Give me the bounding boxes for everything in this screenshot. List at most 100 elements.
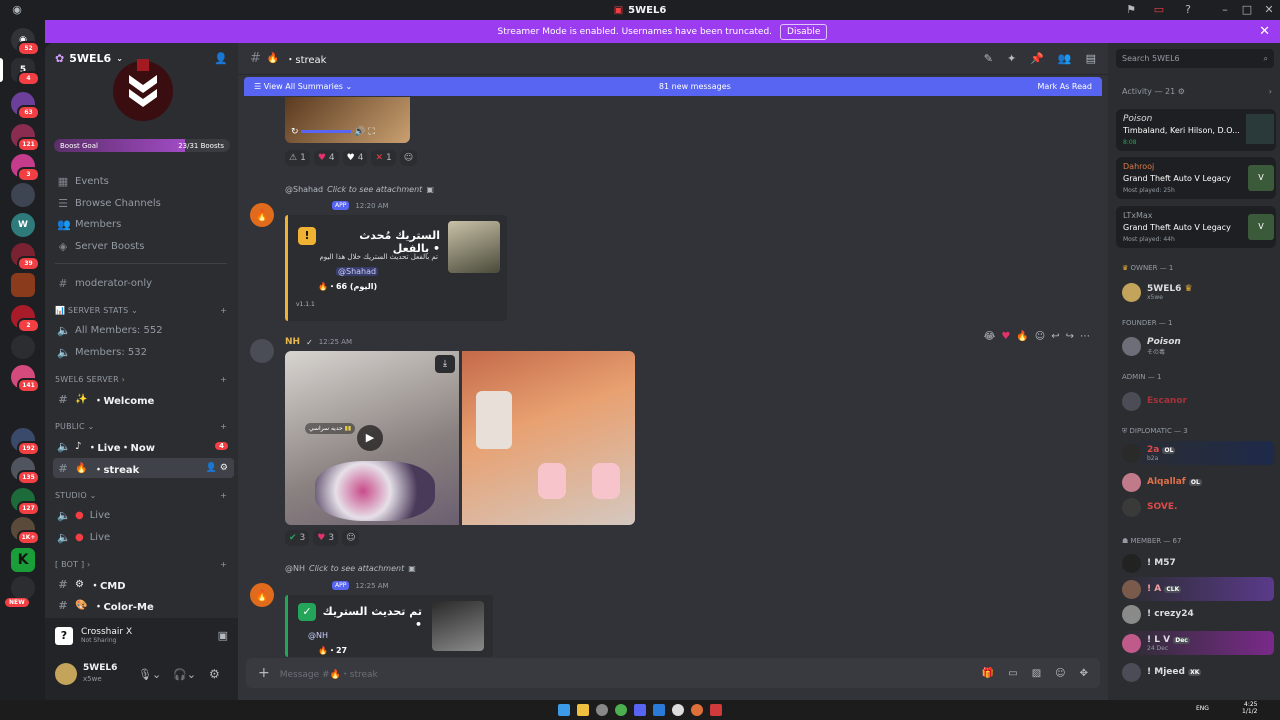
add-channel-icon[interactable]: + <box>220 375 227 384</box>
close-banner-icon[interactable]: ✕ <box>1259 24 1270 39</box>
server-icon[interactable]: 2 <box>11 305 40 333</box>
channel-all-members[interactable]: 🔈 All Members: 552 <box>53 320 234 340</box>
start-icon[interactable] <box>558 704 570 716</box>
search-input[interactable]: Search 5WEL6 ⌕ <box>1116 49 1274 68</box>
add-attachment-icon[interactable]: + <box>258 665 270 681</box>
member-item[interactable]: ! L V Dec 24 Dec <box>1122 631 1274 655</box>
category-server[interactable]: 5WEL6 Server › + <box>55 375 227 384</box>
inbox-icon[interactable]: ⚑ <box>1124 3 1138 17</box>
app-icon[interactable] <box>653 704 665 716</box>
mute-bell-icon[interactable]: ✦ <box>1007 52 1016 65</box>
screen-share-icon[interactable]: ▭ <box>1152 3 1166 17</box>
app-icon[interactable] <box>672 704 684 716</box>
message-author[interactable]: NH <box>285 337 300 347</box>
channel-moderator-only[interactable]: # moderator-only <box>53 273 234 293</box>
direct-messages-icon[interactable]: ◉ 52 <box>11 28 40 56</box>
server-icon[interactable] <box>11 273 35 297</box>
reaction[interactable]: ⚠ 1 <box>285 150 310 166</box>
add-reaction-button[interactable]: ☺ <box>399 150 418 166</box>
channel-cmd[interactable]: # ⚙ ・CMD <box>53 574 234 594</box>
video-controls[interactable]: ↻ 🔊 ⛶ <box>291 127 375 137</box>
discord-taskbar-icon[interactable] <box>634 704 646 716</box>
pin-icon[interactable]: 📌 <box>1030 52 1044 65</box>
summaries-bar[interactable]: ☰ View All Summaries ⌄ 81 new messages M… <box>244 77 1102 96</box>
category-bot[interactable]: [ BOT ] › + <box>55 560 227 569</box>
minimize-icon[interactable]: – <box>1218 3 1232 17</box>
message-input[interactable]: Message #🔥・streak <box>280 667 378 680</box>
server-icon[interactable]: 121 <box>11 124 40 152</box>
channel-color-me[interactable]: # 🎨 ・Color-Me <box>53 595 234 615</box>
server-icon[interactable]: 3 <box>11 154 40 182</box>
apps-icon[interactable]: ✥ <box>1080 668 1088 679</box>
image-attachment[interactable] <box>462 351 635 525</box>
channel-live-now[interactable]: 🔈 ♪ ・Live・Now 4 <box>53 436 234 456</box>
member-list-icon[interactable]: 👥 <box>1058 52 1072 65</box>
invite-people-icon[interactable]: 👤 <box>214 52 228 65</box>
category-server-stats[interactable]: 📊 SERVER STATS ⌄ + <box>55 306 227 315</box>
embed-thumbnail[interactable] <box>432 601 484 651</box>
server-boosts-link[interactable]: ◈ Server Boosts <box>53 236 234 256</box>
settings-gear-icon[interactable]: ⚙ <box>209 667 220 681</box>
member-item[interactable]: 5WEL6 ♛ x5we <box>1122 280 1274 304</box>
clock[interactable]: 4:25 1/1/2 <box>1242 701 1258 715</box>
app-icon[interactable] <box>691 704 703 716</box>
server-icon[interactable]: 141 <box>11 365 40 393</box>
maximize-icon[interactable]: □ <box>1240 3 1254 17</box>
file-explorer-icon[interactable] <box>577 704 589 716</box>
bot-avatar[interactable]: 🔥 <box>250 203 274 227</box>
disable-button[interactable]: Disable <box>780 23 828 40</box>
sticker-icon[interactable]: ▨ <box>1032 668 1041 679</box>
category-public[interactable]: Public ⌄ + <box>55 422 227 431</box>
forward-icon[interactable]: ↪ <box>1066 331 1074 342</box>
channel-streak[interactable]: # 🔥 ・streak 👤 ⚙ <box>53 458 234 478</box>
gif-icon[interactable]: ▭ <box>1008 668 1017 679</box>
inbox-icon[interactable]: ▤ <box>1086 52 1096 65</box>
user-mention[interactable]: @Shahad <box>336 267 379 276</box>
gift-icon[interactable]: 🎁 <box>982 668 994 679</box>
app-icon[interactable] <box>710 704 722 716</box>
member-item[interactable]: ! M57 <box>1122 551 1274 575</box>
user-mention[interactable]: @NH <box>308 631 328 640</box>
member-item[interactable]: ! Mjeed XK <box>1122 660 1274 684</box>
reply-reference[interactable]: @NH Click to see attachment ▣ <box>285 564 416 573</box>
reaction[interactable]: ♥ 4 <box>342 150 368 166</box>
channel-welcome[interactable]: # ✨ ・Welcome <box>53 389 234 409</box>
server-icon[interactable]: 39 <box>11 243 40 271</box>
server-icon[interactable]: 127 <box>11 488 40 516</box>
activity-panel[interactable]: ? Crosshair X Not Sharing ▣ <box>45 618 238 653</box>
server-icon[interactable] <box>11 183 35 207</box>
add-channel-icon[interactable]: + <box>220 422 227 431</box>
settings-app-icon[interactable] <box>596 704 608 716</box>
hearts-emoji-icon[interactable]: ♥ <box>1001 331 1010 342</box>
member-item[interactable]: Escanor <box>1122 389 1274 413</box>
member-item[interactable]: SOVE. <box>1122 495 1274 519</box>
chrome-icon[interactable] <box>615 704 627 716</box>
reaction[interactable]: ✕ 1 <box>371 150 396 166</box>
member-item[interactable]: Alqallaf OL <box>1122 470 1274 494</box>
view-summaries-label[interactable]: View All Summaries <box>264 82 343 91</box>
microphone-icon[interactable]: 🎙⌄ <box>138 668 161 681</box>
avatar[interactable] <box>250 339 274 363</box>
channel-live-1[interactable]: 🔈 ● Live <box>53 505 234 525</box>
embed-thumbnail[interactable] <box>448 221 500 273</box>
download-icon[interactable]: ⤓ <box>435 355 455 373</box>
server-icon[interactable]: 1K+ <box>11 517 40 545</box>
bot-avatar[interactable]: 🔥 <box>250 583 274 607</box>
mark-as-read-button[interactable]: Mark As Read <box>1037 82 1092 91</box>
server-icon[interactable]: K <box>11 548 35 572</box>
server-icon[interactable]: W <box>11 213 35 237</box>
add-channel-icon[interactable]: + <box>220 560 227 569</box>
add-reaction-button[interactable]: ☺ <box>342 530 360 546</box>
member-item[interactable]: ! crezy24 <box>1122 602 1274 626</box>
member-item[interactable]: ! A CLK <box>1122 577 1274 601</box>
video-attachment[interactable]: ↻ 🔊 ⛶ <box>285 97 410 143</box>
add-channel-icon[interactable]: + <box>220 306 227 315</box>
help-icon[interactable]: ? <box>1181 3 1195 17</box>
laugh-emoji-icon[interactable]: 😂 <box>984 331 996 342</box>
server-icon[interactable]: 54 <box>11 58 40 86</box>
events-link[interactable]: ▦ Events <box>53 171 234 191</box>
language-indicator[interactable]: ENG <box>1196 705 1209 712</box>
reply-reference[interactable]: @Shahad Click to see attachment ▣ <box>285 185 434 194</box>
server-icon[interactable]: 63 <box>11 92 40 120</box>
threads-icon[interactable]: ✎ <box>984 52 993 65</box>
